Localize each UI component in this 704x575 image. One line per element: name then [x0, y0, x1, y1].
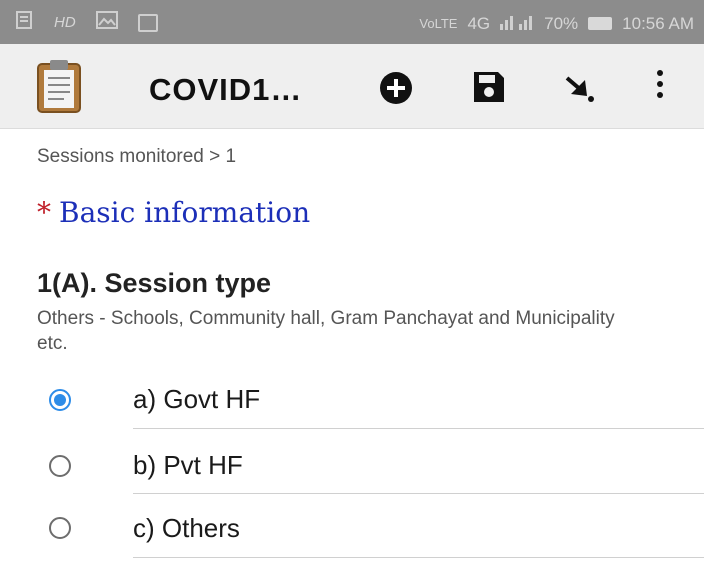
add-icon[interactable]: [378, 70, 414, 111]
radio-button[interactable]: [49, 455, 71, 477]
option-govt-hf[interactable]: a) Govt HF: [0, 370, 704, 430]
option-pvt-hf[interactable]: b) Pvt HF: [0, 435, 704, 495]
overflow-menu-icon[interactable]: [657, 70, 663, 98]
network-type: 4G: [467, 13, 491, 33]
status-time: 10:56 AM: [622, 13, 694, 33]
calendar-icon: [137, 13, 158, 32]
question-label: 1(A). Session type: [37, 268, 272, 298]
status-left-icons: HD: [14, 10, 158, 35]
option-divider: [133, 493, 704, 494]
option-label: a) Govt HF: [133, 384, 261, 414]
gallery-icon: [95, 11, 118, 34]
option-others[interactable]: c) Others: [0, 499, 704, 559]
signal-icon: [500, 12, 534, 35]
notification-icon: [14, 10, 34, 35]
option-label: b) Pvt HF: [133, 450, 243, 480]
radio-button[interactable]: [49, 389, 71, 411]
volte-icon: VoLTE: [419, 16, 458, 31]
option-divider: [133, 557, 704, 558]
app-title: COVID1…: [149, 72, 303, 107]
save-icon[interactable]: [472, 70, 506, 109]
clipboard-icon: [36, 58, 82, 119]
go-to-icon[interactable]: [563, 70, 599, 111]
question-hint: Others - Schools, Community hall, Gram P…: [37, 308, 615, 354]
battery-percent: 70%: [544, 13, 579, 33]
status-right-icons: VoLTE 4G 70% 10:56 AM: [419, 12, 694, 35]
group-title: * Basic information: [37, 196, 310, 229]
radio-button[interactable]: [49, 517, 71, 539]
breadcrumb[interactable]: Sessions monitored > 1: [37, 146, 236, 168]
option-label: c) Others: [133, 513, 240, 543]
status-bar: HD VoLTE 4G 70% 10:56 AM: [0, 0, 704, 44]
required-marker: *: [37, 196, 51, 229]
option-divider: [133, 428, 704, 429]
group-title-text: Basic information: [59, 196, 311, 229]
battery-icon: [588, 17, 613, 30]
hd-badge: HD: [54, 14, 76, 31]
